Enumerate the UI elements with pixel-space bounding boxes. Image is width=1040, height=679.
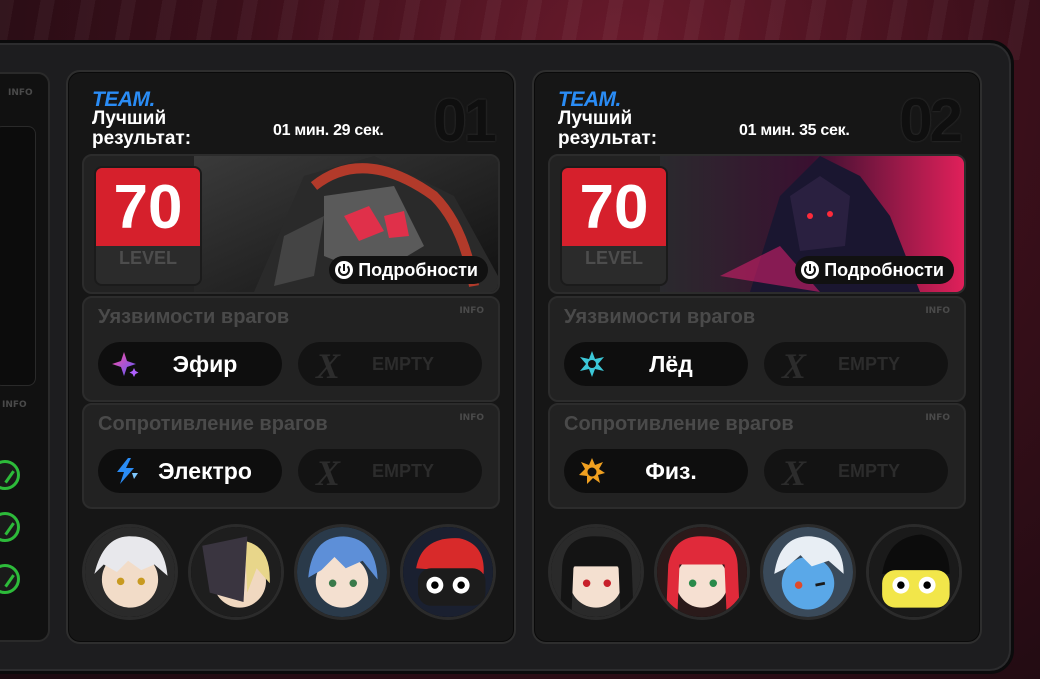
resistance-section: Сопротивление врагов INFO Электро X EMPT…	[82, 403, 500, 509]
agent-avatar[interactable]	[654, 524, 750, 620]
resistance-empty-slot: X EMPTY	[298, 449, 482, 493]
weakness-empty-slot: X EMPTY	[298, 342, 482, 386]
level-badge: 70 LEVEL	[560, 166, 668, 286]
agent-avatar[interactable]	[548, 524, 644, 620]
empty-label: EMPTY	[372, 461, 435, 481]
check-icon	[0, 460, 20, 490]
team-card-02: TEAM. Лучший результат: 01 мин. 35 сек. …	[532, 70, 982, 644]
empty-x-icon: X	[782, 453, 807, 493]
resistance-element-pill[interactable]: Электро	[98, 449, 282, 493]
weakness-title: Уязвимости врагов	[564, 306, 756, 328]
empty-label: EMPTY	[838, 354, 901, 374]
agent-avatar[interactable]	[866, 524, 962, 620]
empty-label: EMPTY	[838, 461, 901, 481]
weakness-element-name: Эфир	[172, 350, 238, 377]
details-button[interactable]: Подробности	[329, 256, 488, 284]
resistance-element-name: Электро	[158, 457, 252, 484]
info-label[interactable]: INFO	[459, 306, 484, 316]
boss-card[interactable]: 70 LEVEL Подробности	[548, 154, 966, 294]
team-number: 01	[433, 87, 497, 154]
weakness-element-pill[interactable]: Лёд	[564, 342, 748, 386]
details-label: Подробности	[824, 259, 944, 280]
check-icon	[0, 512, 20, 542]
best-time: 01 мин. 29 сек.	[273, 122, 384, 139]
empty-x-icon: X	[782, 346, 807, 386]
agent-avatar[interactable]	[188, 524, 284, 620]
left-side-panel: INFO INFO	[0, 72, 50, 642]
level-number: 70	[96, 168, 200, 246]
best-result-label: Лучший результат:	[558, 108, 658, 149]
weakness-title: Уязвимости врагов	[98, 306, 290, 328]
resistance-element-pill[interactable]: Физ.	[564, 449, 748, 493]
details-label: Подробности	[358, 259, 478, 280]
info-label[interactable]: INFO	[925, 413, 950, 423]
empty-label: EMPTY	[372, 354, 435, 374]
level-label: LEVEL	[118, 248, 177, 268]
empty-x-icon: X	[316, 453, 341, 493]
weakness-empty-slot: X EMPTY	[764, 342, 948, 386]
info-label[interactable]: INFO	[2, 400, 27, 410]
level-badge: 70 LEVEL	[94, 166, 202, 286]
weakness-section: Уязвимости врагов INFO Эфир X EMPTY	[82, 296, 500, 402]
weakness-element-pill[interactable]: Эфир	[98, 342, 282, 386]
agent-avatar[interactable]	[294, 524, 390, 620]
resistance-title: Сопротивление врагов	[564, 413, 794, 435]
best-result-label: Лучший результат:	[92, 108, 192, 149]
best-time: 01 мин. 35 сек.	[739, 122, 850, 139]
boss-card[interactable]: 70 LEVEL Подробности	[82, 154, 500, 294]
details-button[interactable]: Подробности	[795, 256, 954, 284]
level-number: 70	[562, 168, 666, 246]
resistance-empty-slot: X EMPTY	[764, 449, 948, 493]
empty-x-icon: X	[316, 346, 341, 386]
weakness-section: Уязвимости врагов INFO Лёд X EMPTY	[548, 296, 966, 402]
resistance-element-name: Физ.	[645, 457, 697, 484]
resistance-title: Сопротивление врагов	[98, 413, 328, 435]
info-clock-icon	[801, 261, 820, 279]
check-icon	[0, 564, 20, 594]
left-panel-content	[0, 126, 36, 386]
agent-avatar[interactable]	[82, 524, 178, 620]
agent-avatar[interactable]	[400, 524, 496, 620]
info-label[interactable]: INFO	[459, 413, 484, 423]
team-number: 02	[899, 87, 963, 154]
info-label[interactable]: INFO	[8, 88, 33, 98]
team-card-01: TEAM. Лучший результат: 01 мин. 29 сек. …	[66, 70, 516, 644]
agent-avatars	[548, 524, 962, 624]
agent-avatars	[82, 524, 496, 624]
info-clock-icon	[335, 261, 354, 279]
info-label[interactable]: INFO	[925, 306, 950, 316]
agent-avatar[interactable]	[760, 524, 856, 620]
weakness-element-name: Лёд	[649, 350, 693, 377]
level-label: LEVEL	[584, 248, 643, 268]
resistance-section: Сопротивление врагов INFO Физ. X EMPTY	[548, 403, 966, 509]
